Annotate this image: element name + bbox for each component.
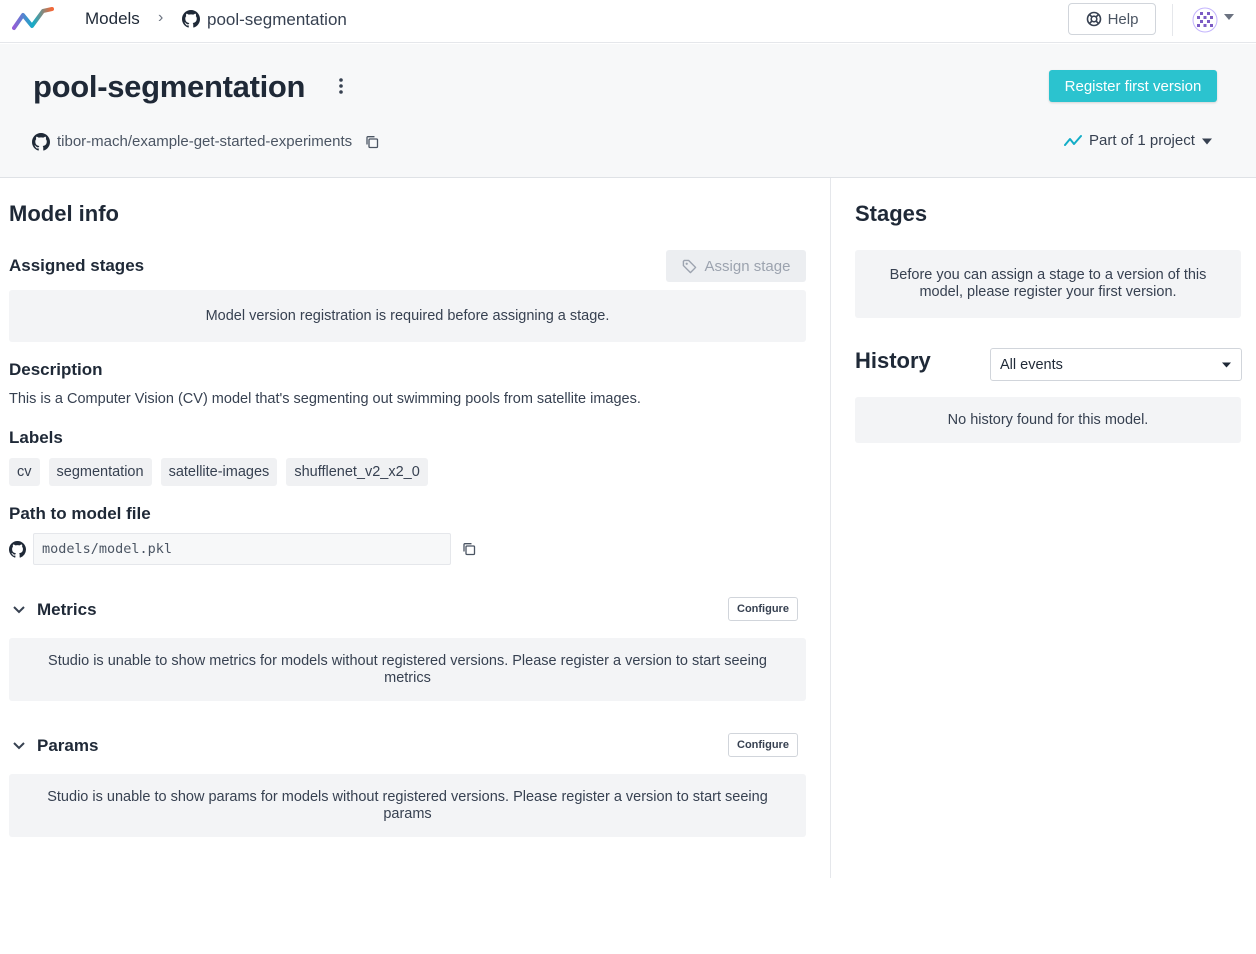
chevron-down-icon[interactable] — [12, 741, 26, 751]
history-filter-value: All events — [1000, 356, 1063, 373]
metrics-notice-line2: metrics — [384, 669, 431, 686]
assign-stage-button[interactable]: Assign stage — [666, 250, 806, 282]
chevron-down-icon[interactable] — [12, 605, 26, 615]
caret-down-icon[interactable] — [1202, 138, 1212, 145]
model-info-title: Model info — [9, 201, 119, 226]
breadcrumb-separator: › — [158, 9, 164, 26]
description-text: This is a Computer Vision (CV) model tha… — [9, 391, 641, 407]
logo-icon[interactable] — [12, 6, 54, 34]
label-chip: segmentation — [48, 458, 152, 486]
help-lifebuoy-icon — [1086, 11, 1101, 27]
caret-down-icon[interactable] — [1222, 362, 1231, 368]
history-empty-notice: No history found for this model. — [855, 397, 1241, 443]
copy-icon[interactable] — [462, 542, 476, 556]
avatar-icon[interactable] — [1192, 7, 1218, 33]
metrics-title[interactable]: Metrics — [37, 600, 97, 620]
metrics-notice: Studio is unable to show metrics for mod… — [9, 638, 806, 701]
label-chip: satellite-images — [160, 458, 278, 486]
page-title: pool-segmentation — [33, 69, 306, 104]
metrics-configure-button[interactable]: Configure — [728, 597, 798, 621]
labels-title: Labels — [9, 428, 63, 447]
help-button[interactable]: Help — [1068, 3, 1156, 35]
history-filter-select[interactable]: All events — [990, 348, 1242, 381]
metrics-notice-line1: Studio is unable to show metrics for mod… — [48, 652, 767, 669]
register-first-version-button[interactable]: Register first version — [1049, 70, 1217, 102]
stages-notice: Before you can assign a stage to a versi… — [855, 250, 1241, 318]
label-chip: cv — [9, 458, 40, 486]
path-title: Path to model file — [9, 504, 151, 523]
project-chart-icon — [1064, 135, 1082, 146]
assign-stage-label: Assign stage — [704, 257, 791, 275]
copy-icon[interactable] — [365, 135, 379, 149]
caret-down-icon[interactable] — [1224, 13, 1234, 21]
history-empty-text: No history found for this model. — [947, 411, 1149, 428]
stages-title: Stages — [855, 201, 928, 226]
github-icon — [32, 133, 50, 151]
labels-list: cv segmentation satellite-images shuffle… — [9, 458, 428, 486]
params-notice-line1: Studio is unable to show params for mode… — [47, 788, 768, 805]
stages-notice-line1: Before you can assign a stage to a versi… — [889, 267, 1207, 284]
help-label: Help — [1107, 10, 1139, 28]
assigned-stages-notice-text: Model version registration is required b… — [205, 307, 610, 324]
repo-link[interactable]: tibor-mach/example-get-started-experimen… — [57, 133, 352, 150]
params-configure-button[interactable]: Configure — [728, 733, 798, 757]
project-dropdown[interactable]: Part of 1 project — [1089, 132, 1195, 149]
model-path-field[interactable]: models/model.pkl — [33, 533, 451, 565]
github-icon — [182, 10, 200, 28]
more-options-icon[interactable] — [335, 77, 347, 95]
history-title: History — [855, 348, 931, 373]
model-header: pool-segmentation Register first version… — [0, 44, 1256, 178]
github-icon — [9, 541, 26, 558]
params-title[interactable]: Params — [37, 736, 98, 756]
description-title: Description — [9, 360, 103, 379]
breadcrumb-repo[interactable]: pool-segmentation — [207, 10, 347, 30]
topbar-divider — [1172, 4, 1173, 36]
label-chip: shufflenet_v2_x2_0 — [286, 458, 428, 486]
top-navigation-bar: Models › pool-segmentation Help — [0, 0, 1256, 43]
stages-notice-line2: model, please register your first versio… — [919, 284, 1177, 300]
tag-icon — [682, 259, 696, 273]
assigned-stages-title: Assigned stages — [9, 256, 145, 275]
params-notice: Studio is unable to show params for mode… — [9, 774, 806, 837]
breadcrumb-models[interactable]: Models — [85, 9, 140, 29]
params-notice-line2: params — [383, 805, 432, 822]
column-divider — [830, 178, 831, 878]
assigned-stages-notice: Model version registration is required b… — [9, 290, 806, 342]
